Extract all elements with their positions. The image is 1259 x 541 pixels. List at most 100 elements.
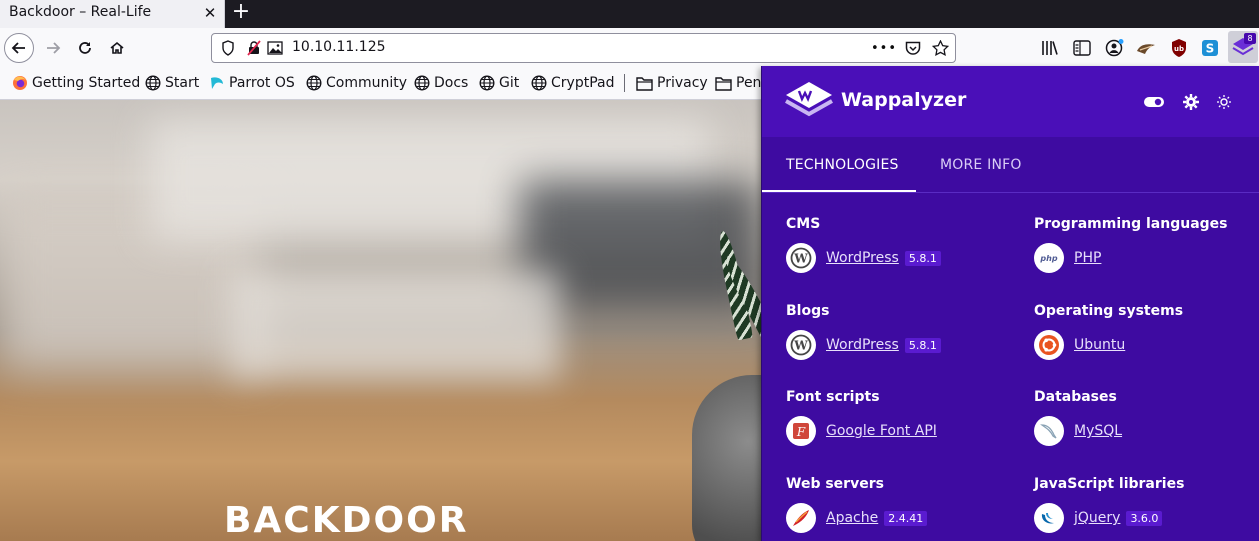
insecure-lock-icon[interactable]: [245, 39, 263, 57]
bookmark-folder-privacy[interactable]: Privacy: [636, 75, 708, 91]
pocket-icon[interactable]: [904, 39, 922, 57]
bookmark-start[interactable]: Start: [145, 75, 199, 91]
active-tab-indicator: [762, 190, 916, 192]
technology-item[interactable]: F Google Font API: [786, 416, 937, 446]
url-text[interactable]: 10.10.11.125: [292, 39, 386, 55]
technology-item[interactable]: Apache 2.4.41: [786, 503, 928, 533]
reload-button[interactable]: [70, 33, 100, 63]
php-icon: php: [1034, 243, 1064, 273]
category-heading: Blogs: [786, 303, 830, 319]
globe-icon: [414, 75, 430, 91]
library-icon[interactable]: [1039, 37, 1061, 59]
wappalyzer-popup: Wappalyzer TECHNOLOGIES MORE INFO CMS W …: [761, 66, 1259, 541]
folder-icon: [715, 76, 732, 91]
tab-more-info[interactable]: MORE INFO: [940, 157, 1022, 173]
technology-name[interactable]: Apache: [826, 510, 878, 526]
bookmark-label: Community: [326, 75, 408, 91]
globe-icon: [306, 75, 322, 91]
technology-name[interactable]: PHP: [1074, 250, 1101, 266]
bookmark-community[interactable]: Community: [306, 75, 407, 91]
technology-name[interactable]: MySQL: [1074, 423, 1122, 439]
bookmark-label: Pen: [736, 75, 762, 91]
ubuntu-icon: [1034, 330, 1064, 360]
category-heading: Programming languages: [1034, 216, 1228, 232]
reload-icon: [79, 42, 91, 54]
toggle-switch-icon[interactable]: [1143, 92, 1165, 112]
globe-icon: [145, 75, 161, 91]
firefox-icon: [13, 76, 27, 90]
theme-sun-icon[interactable]: [1213, 92, 1235, 112]
category-heading: Operating systems: [1034, 303, 1184, 319]
tab-technologies[interactable]: TECHNOLOGIES: [786, 157, 899, 173]
tab-title: Backdoor – Real-Life: [9, 4, 152, 20]
technology-name[interactable]: WordPress: [826, 337, 899, 353]
technology-item[interactable]: jQuery 3.6.0: [1034, 503, 1163, 533]
bookmark-label: Start: [165, 75, 200, 91]
home-icon: [110, 41, 124, 54]
home-button[interactable]: [102, 33, 132, 63]
new-tab-button[interactable]: +: [229, 1, 253, 25]
account-icon[interactable]: [1104, 37, 1126, 59]
technology-item[interactable]: Ubuntu: [1034, 330, 1125, 360]
tab-close-icon[interactable]: ✕: [200, 3, 220, 23]
tracking-shield-icon[interactable]: [219, 39, 237, 57]
bookmarks-separator: [624, 74, 625, 92]
technology-item[interactable]: W WordPress 5.8.1: [786, 243, 941, 273]
svg-text:ub: ub: [1174, 45, 1184, 53]
google-font-icon: F: [786, 416, 816, 446]
hero-background-blur: [230, 270, 560, 380]
technology-version: 3.6.0: [1126, 510, 1163, 526]
bookmark-folder-pen[interactable]: Pen: [715, 75, 761, 91]
bookmark-label: Git: [499, 75, 520, 91]
sidebar-icon[interactable]: [1071, 37, 1093, 59]
tab-strip: Backdoor – Real-Life ✕ +: [0, 0, 1259, 28]
technology-version: 2.4.41: [884, 510, 928, 526]
browser-tab[interactable]: Backdoor – Real-Life ✕: [0, 0, 225, 28]
category-heading: JavaScript libraries: [1034, 476, 1185, 492]
svg-text:S: S: [1206, 42, 1215, 56]
wordpress-icon: W: [786, 243, 816, 273]
folder-icon: [636, 76, 653, 91]
bookmark-getting-started[interactable]: Getting Started: [12, 75, 140, 91]
technology-name[interactable]: Google Font API: [826, 423, 937, 439]
technology-version: 5.8.1: [904, 250, 941, 266]
technology-name[interactable]: jQuery: [1074, 510, 1120, 526]
bookmark-git[interactable]: Git: [479, 75, 519, 91]
svg-text:W: W: [793, 339, 808, 353]
bookmark-star-icon[interactable]: [931, 39, 949, 57]
wappalyzer-title: Wappalyzer: [841, 89, 967, 111]
bookmark-label: Docs: [434, 75, 469, 91]
extension-cookie-icon[interactable]: [1135, 37, 1157, 59]
globe-icon: [479, 75, 495, 91]
globe-icon: [531, 75, 547, 91]
technology-name[interactable]: WordPress: [826, 250, 899, 266]
technology-item[interactable]: php PHP: [1034, 243, 1101, 273]
navigation-bar: 10.10.11.125 ••• ub S 8: [0, 28, 1259, 68]
category-heading: Web servers: [786, 476, 884, 492]
forward-arrow-icon: [47, 42, 61, 54]
address-bar[interactable]: 10.10.11.125 •••: [211, 33, 956, 63]
technology-version: 5.8.1: [904, 337, 941, 353]
bookmark-docs[interactable]: Docs: [414, 75, 468, 91]
parrot-icon: [211, 77, 223, 89]
svg-text:php: php: [1039, 254, 1057, 263]
site-title[interactable]: BACKDOOR: [224, 500, 468, 541]
page-actions-menu-icon[interactable]: •••: [871, 39, 896, 57]
forward-button[interactable]: [38, 33, 68, 63]
technology-item[interactable]: MySQL: [1034, 416, 1122, 446]
ublock-origin-icon[interactable]: ub: [1168, 37, 1190, 59]
bookmark-parrot-os[interactable]: Parrot OS: [209, 75, 295, 91]
technology-name[interactable]: Ubuntu: [1074, 337, 1125, 353]
settings-gear-icon[interactable]: [1180, 92, 1202, 112]
bookmark-label: Parrot OS: [229, 75, 295, 91]
popup-header: Wappalyzer: [762, 66, 1259, 137]
wappalyzer-logo-icon: [785, 82, 833, 117]
bookmark-label: Privacy: [657, 75, 708, 91]
image-permission-icon[interactable]: [266, 39, 284, 57]
technology-item[interactable]: W WordPress 5.8.1: [786, 330, 941, 360]
skype-extension-icon[interactable]: S: [1199, 37, 1221, 59]
svg-text:W: W: [793, 252, 808, 266]
wordpress-icon: W: [786, 330, 816, 360]
bookmark-cryptpad[interactable]: CryptPad: [531, 75, 614, 91]
back-button[interactable]: [4, 33, 34, 63]
